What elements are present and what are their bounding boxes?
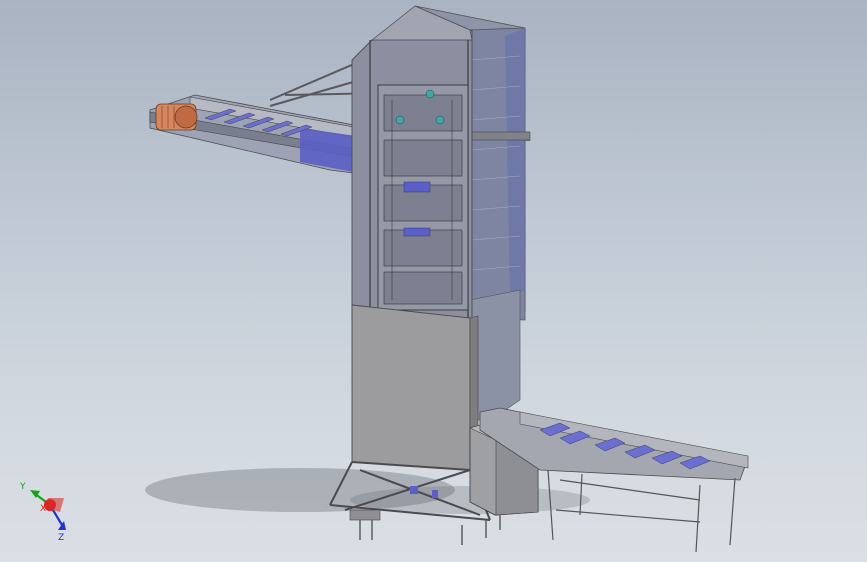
base-foot-plate (349, 509, 381, 521)
lower-housing-panel (351, 304, 471, 471)
triad-z-label: Z (58, 533, 64, 543)
triad-x-label: X (40, 504, 46, 514)
coordinate-triad-icon: Y X Z (19, 482, 66, 543)
elevator-conveyor-model: Y X Z (19, 5, 749, 553)
tower-frame (351, 5, 473, 321)
cad-viewport[interactable]: Y X Z (0, 0, 867, 562)
cross-beam (469, 131, 531, 141)
upper-roller-conveyor (149, 94, 371, 176)
triad-y-label: Y (19, 482, 26, 492)
